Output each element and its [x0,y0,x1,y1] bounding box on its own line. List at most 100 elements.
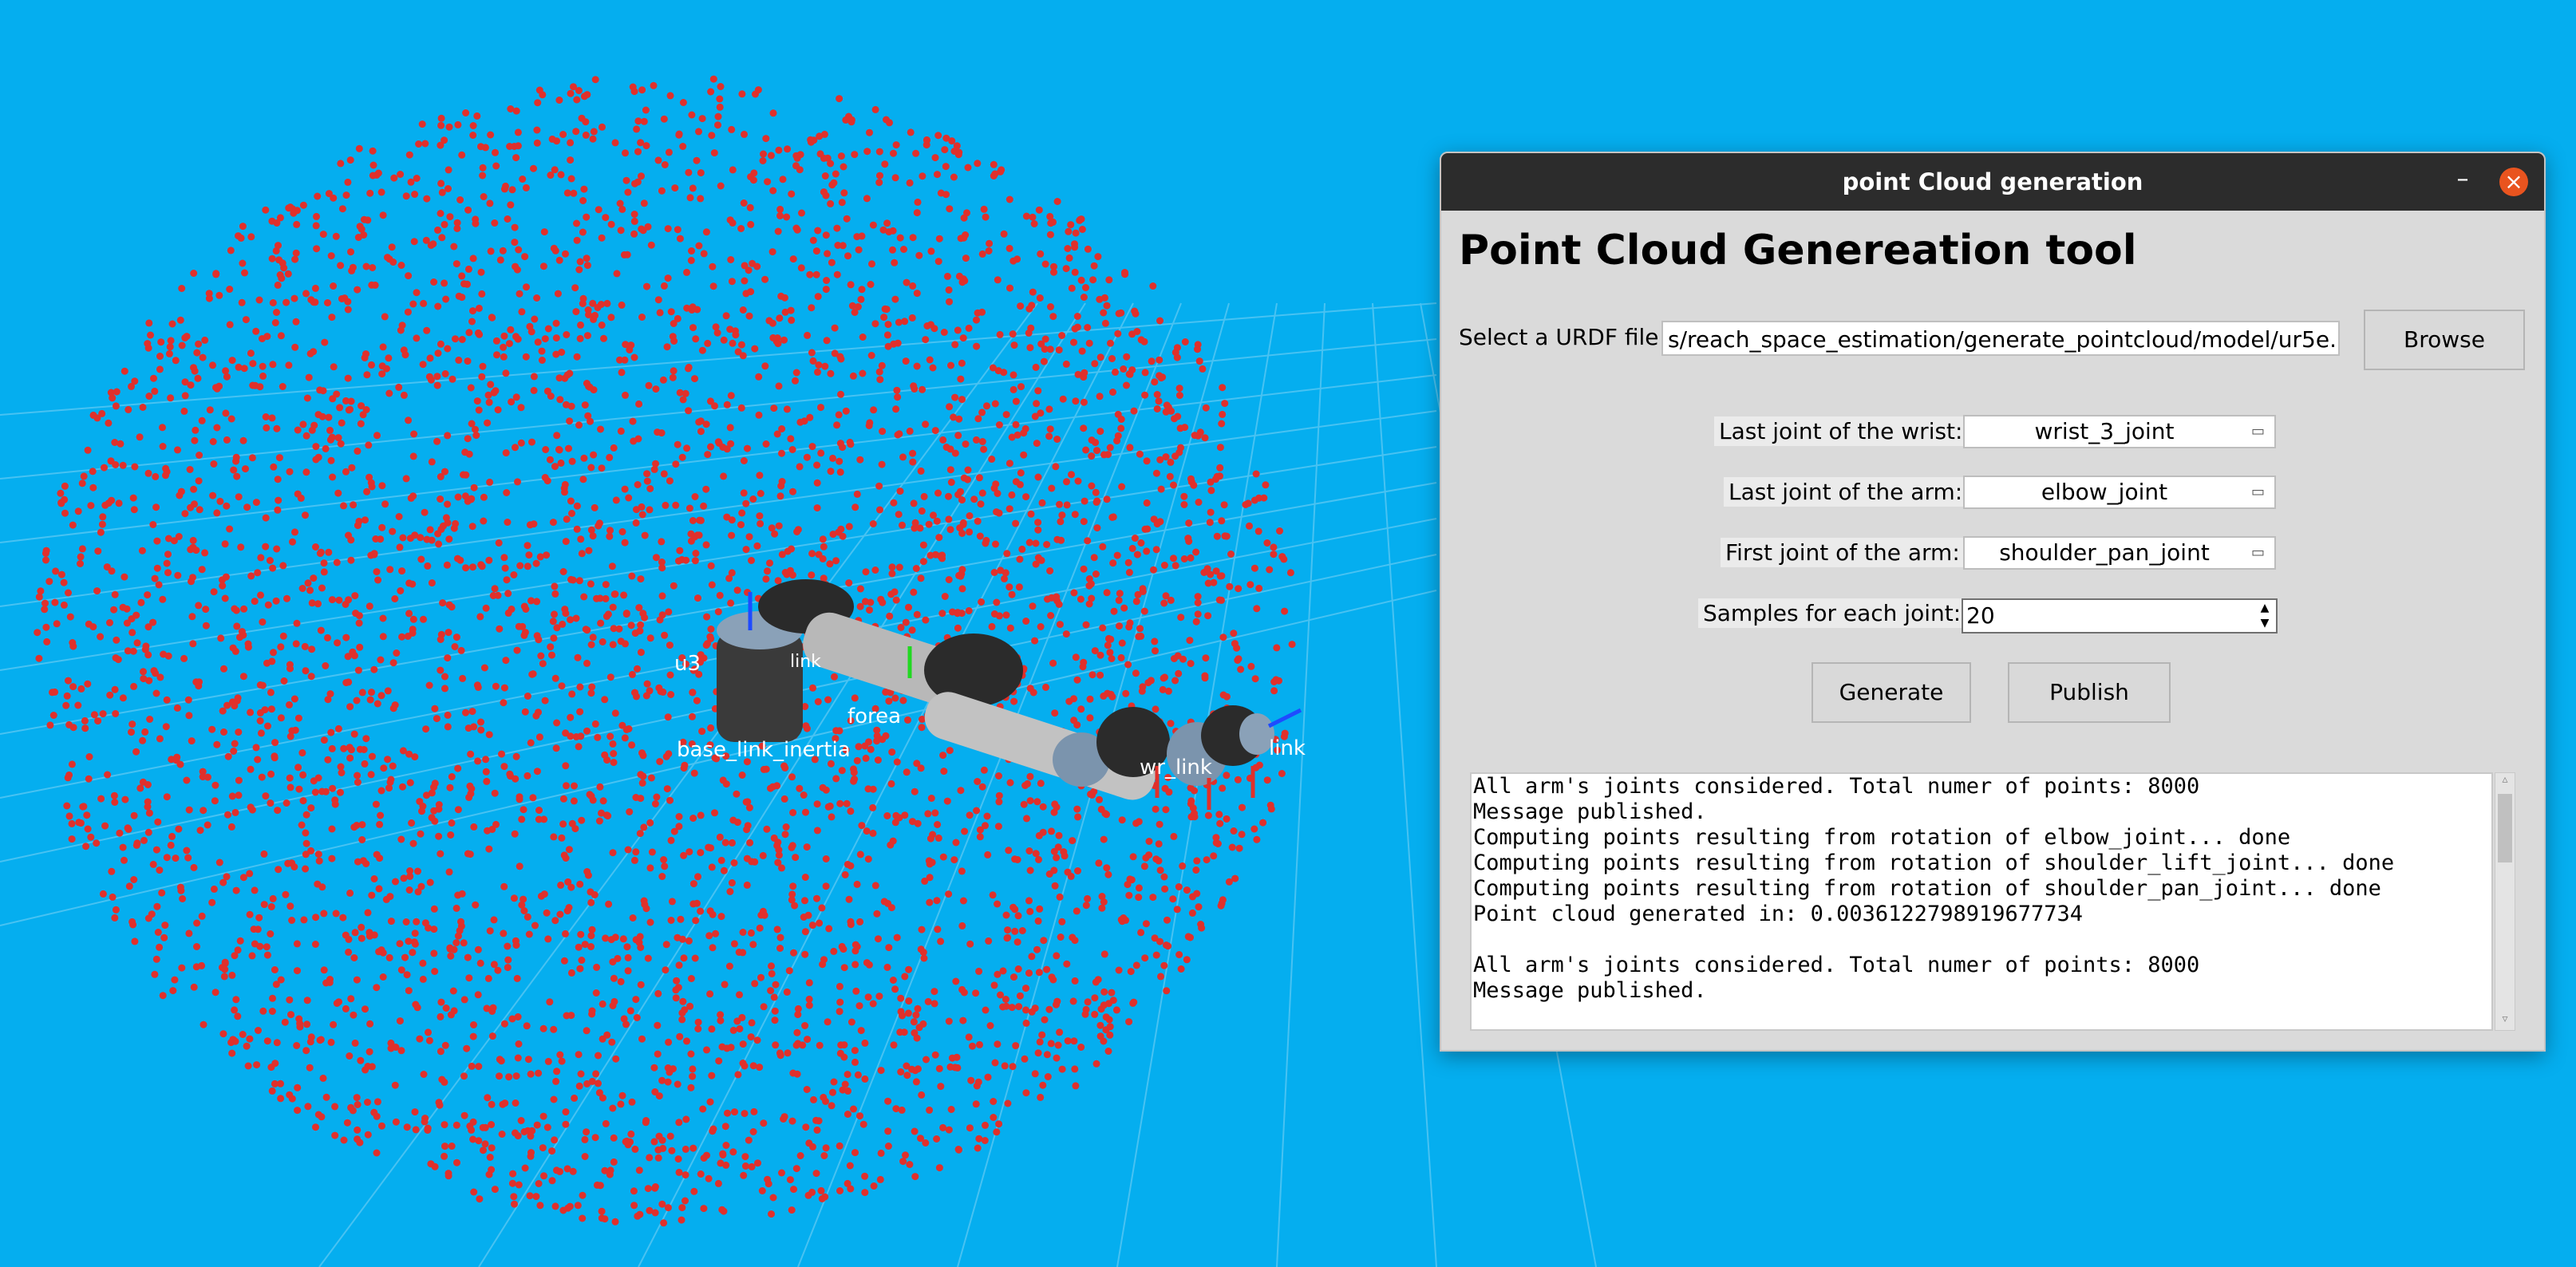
cloud-point [714,608,722,616]
cloud-point [738,509,746,517]
cloud-point [725,962,733,970]
cloud-point [281,1018,289,1026]
title-bar[interactable]: point Cloud generation – × [1441,153,2544,211]
cloud-point [847,1185,855,1193]
cloud-point [1170,655,1178,662]
urdf-path-input[interactable]: s/reach_space_estimation/generate_pointc… [1661,321,2340,356]
cloud-point [273,424,281,432]
scroll-thumb[interactable] [2498,794,2512,862]
cloud-point [244,643,252,651]
cloud-point [1014,912,1022,920]
cloud-point [571,1094,579,1102]
cloud-point [563,331,571,338]
cloud-point [757,973,765,981]
cloud-point [263,424,271,432]
close-icon[interactable]: × [2499,168,2528,196]
cloud-point [851,151,859,159]
log-scrollbar[interactable]: ▵ ▿ [2495,772,2515,1031]
cloud-point [1235,585,1243,593]
generate-button[interactable]: Generate [1811,662,1971,723]
cloud-point [621,356,629,364]
cloud-point [757,519,765,527]
cloud-point [813,827,821,835]
grid-line [0,338,1437,480]
cloud-point [1036,1038,1044,1046]
cloud-point [446,213,454,221]
cloud-point [444,500,452,508]
cloud-point [1022,1089,1030,1097]
scroll-up-icon[interactable]: ▵ [2495,773,2515,791]
cloud-point [642,142,650,150]
scroll-down-icon[interactable]: ▿ [2495,1012,2515,1030]
cloud-point [405,750,413,758]
cloud-point [989,891,997,899]
cloud-point [1039,1081,1047,1089]
decrement-icon[interactable]: ▼ [2257,616,2273,630]
cloud-point [1096,795,1103,803]
browse-button[interactable]: Browse [2364,310,2525,370]
cloud-point [808,304,816,312]
cloud-point [595,1089,603,1097]
cloud-point [1183,886,1191,894]
cloud-point [726,888,734,895]
publish-button[interactable]: Publish [2008,662,2171,723]
cloud-point [553,1166,560,1174]
cloud-point [397,262,405,269]
samples-stepper[interactable]: 20 ▲ ▼ [1962,598,2278,634]
cloud-point [172,357,180,365]
cloud-point [946,403,954,411]
cloud-point [697,849,705,857]
cloud-point [222,409,230,417]
cloud-point [683,444,691,452]
cloud-point [515,1181,523,1189]
cloud-point [828,1102,836,1110]
wrist-joint-select[interactable]: wrist_3_joint ▭ [1963,415,2276,448]
cloud-point [833,224,841,232]
cloud-point [288,727,296,735]
cloud-point [452,260,460,268]
cloud-point [1014,965,1022,973]
cloud-point [1006,779,1014,787]
cloud-point [972,1100,980,1108]
cloud-point [521,708,529,716]
cloud-point [568,457,576,465]
arm-first-joint-select[interactable]: shoulder_pan_joint ▭ [1963,536,2276,570]
cloud-point [920,492,928,500]
cloud-point [654,156,662,164]
cloud-point [1135,633,1143,641]
cloud-point [176,883,184,891]
cloud-point [837,152,845,160]
output-log[interactable]: All arm's joints considered. Total numer… [1470,772,2493,1031]
cloud-point [1192,866,1200,874]
cloud-point [1080,398,1088,406]
cloud-point [792,854,800,862]
cloud-point [685,168,693,176]
cloud-point [1023,815,1030,823]
cloud-point [200,807,207,815]
cloud-point [1044,1073,1052,1080]
cloud-point [632,996,640,1004]
cloud-point [1174,412,1182,420]
cloud-point [539,91,547,99]
cloud-point [37,587,45,595]
increment-icon[interactable]: ▲ [2257,601,2273,615]
minimize-icon[interactable]: – [2448,168,2477,196]
cloud-point [694,1018,702,1026]
cloud-point [231,808,239,816]
arm-last-joint-select[interactable]: elbow_joint ▭ [1963,476,2276,509]
cloud-point [716,833,724,841]
cloud-point [943,797,951,805]
cloud-point [970,495,978,503]
cloud-point [409,300,417,308]
cloud-point [125,882,133,890]
cloud-point [65,771,73,779]
cloud-point [144,344,152,352]
cloud-point [113,636,121,644]
cloud-point [709,282,717,290]
cloud-point [704,451,712,459]
cloud-point [937,937,945,945]
cloud-point [99,710,107,718]
cloud-point [638,172,645,180]
cloud-point [221,540,229,548]
cloud-point [621,734,629,742]
